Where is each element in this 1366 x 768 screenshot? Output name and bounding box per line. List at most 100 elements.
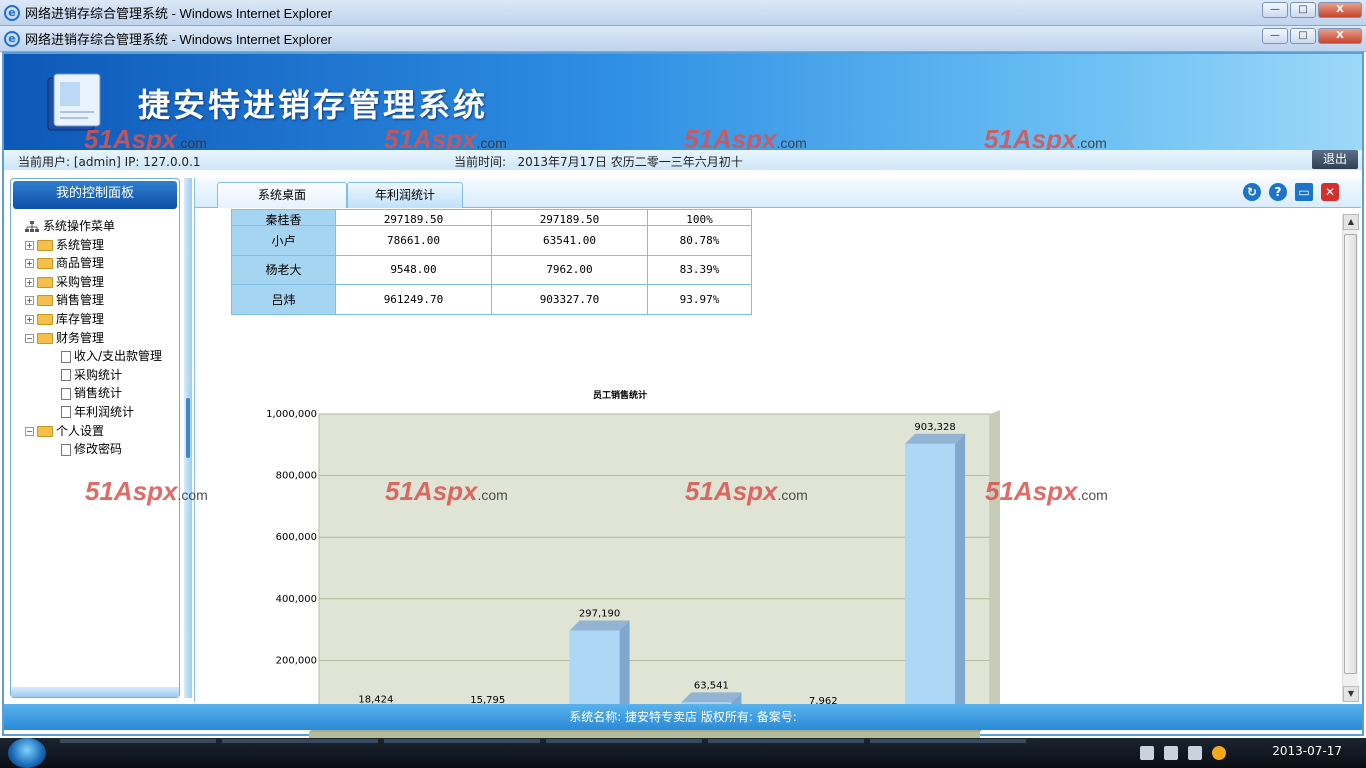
header-banner: 捷安特进销存管理系统 51Aspx.com 51Aspx.com 51Aspx.… — [4, 54, 1362, 154]
minimize-button[interactable]: — — [1262, 28, 1288, 44]
plot-area — [318, 413, 991, 723]
outer-window-titlebar[interactable]: e 网络进销存综合管理系统 - Windows Internet Explore… — [0, 0, 1366, 26]
watermark: 51Aspx.com — [685, 476, 808, 506]
taskbar-button[interactable] — [384, 739, 540, 743]
close-icon[interactable]: ✕ — [1321, 183, 1339, 201]
inner-window-controls: — □ X — [1262, 28, 1362, 44]
cell-name: 小卢 — [231, 225, 336, 256]
table-row: 小卢 78661.00 63541.00 80.78% — [231, 225, 752, 256]
cell-rate: 83.39% — [647, 254, 752, 285]
collapse-icon[interactable]: − — [25, 333, 34, 343]
expand-icon[interactable]: + — [25, 314, 34, 324]
bar-side — [955, 433, 966, 730]
scroll-thumb[interactable] — [1344, 234, 1357, 674]
tray-flag-icon[interactable] — [1140, 746, 1154, 760]
bar-top — [905, 433, 966, 444]
sidebar-item-sales[interactable]: + 销售管理 — [25, 291, 179, 310]
expand-icon[interactable]: + — [25, 277, 34, 287]
scroll-down-icon[interactable]: ▼ — [1343, 686, 1359, 702]
ie-icon: e — [4, 4, 20, 21]
sidebar-item-sales-stats[interactable]: 销售统计 — [25, 384, 179, 403]
sidebar-item-goods[interactable]: + 商品管理 — [25, 254, 179, 273]
document-icon — [61, 387, 71, 400]
sales-bar-chart: 员工销售统计0200,000400,000600,000800,0001,000… — [266, 389, 1000, 752]
taskbar-clock[interactable]: 2013-07-17 — [1272, 744, 1342, 758]
tray-network-icon[interactable] — [1188, 746, 1202, 760]
page-footer: 系统名称: 捷安特专卖店 版权所有: 备案号: — [4, 704, 1362, 730]
taskbar-button[interactable] — [60, 739, 216, 743]
cell-profit: 63541.00 — [491, 225, 648, 256]
bar — [905, 443, 956, 730]
expand-icon[interactable]: + — [25, 240, 34, 250]
table-row: 杨老大 9548.00 7962.00 83.39% — [231, 254, 752, 285]
minimize-button[interactable]: — — [1262, 2, 1288, 18]
sidebar-item-personal[interactable]: − 个人设置 — [25, 422, 179, 441]
y-tick-label: 200,000 — [276, 655, 317, 666]
expand-icon[interactable]: + — [25, 296, 34, 306]
app-frame: 捷安特进销存管理系统 51Aspx.com 51Aspx.com 51Aspx.… — [2, 52, 1364, 752]
cell-sales: 297189.50 — [335, 209, 492, 226]
tab-desktop[interactable]: 系统桌面 — [217, 182, 347, 208]
windows-taskbar: 2013-07-17 — [0, 738, 1366, 768]
maximize-button[interactable]: □ — [1290, 2, 1316, 18]
ie-icon: e — [4, 30, 20, 47]
y-tick-label: 400,000 — [276, 594, 317, 605]
cell-rate: 80.78% — [647, 225, 752, 256]
splitter-handle[interactable] — [186, 398, 190, 458]
inner-window-titlebar[interactable]: e 网络进销存综合管理系统 - Windows Internet Explore… — [0, 26, 1366, 52]
sidebar-item-annual-profit[interactable]: 年利润统计 — [25, 403, 179, 422]
taskbar-button[interactable] — [870, 739, 1026, 743]
maximize-button[interactable]: □ — [1290, 28, 1316, 44]
taskbar-button[interactable] — [708, 739, 864, 743]
sidebar-item-finance[interactable]: − 财务管理 — [25, 329, 179, 348]
current-time: 当前时间: 2013年7月17日 农历二零一三年六月初十 — [454, 155, 743, 169]
sidebar-item-change-password[interactable]: 修改密码 — [25, 440, 179, 459]
table-row: 吕炜 961249.70 903327.70 93.97% — [231, 284, 752, 315]
taskbar-button[interactable] — [546, 739, 702, 743]
document-icon — [61, 406, 71, 419]
bar-value-label: 903,328 — [914, 422, 955, 433]
user-info-bar: 当前用户: [admin] IP: 127.0.0.1 当前时间: 2013年7… — [4, 150, 1362, 170]
cell-name: 秦桂香 — [231, 209, 336, 226]
sidebar-title: 我的控制面板 — [13, 181, 177, 209]
control-panel-sidebar: 我的控制面板 系统操作菜单 + 系统管理 + 商品管理 + 采购管理 + 销售管理 + 库… — [10, 178, 180, 698]
sidebar-item-inventory[interactable]: + 库存管理 — [25, 310, 179, 329]
cell-sales: 78661.00 — [335, 225, 492, 256]
cell-rate: 93.97% — [647, 284, 752, 315]
document-icon — [61, 443, 71, 456]
window-icon[interactable]: ▭ — [1295, 183, 1313, 201]
scroll-up-icon[interactable]: ▲ — [1343, 214, 1359, 230]
expand-icon[interactable]: + — [25, 259, 34, 269]
collapse-icon[interactable]: − — [25, 426, 34, 436]
y-tick-label: 1,000,000 — [266, 409, 317, 420]
sidebar-item-system[interactable]: + 系统管理 — [25, 236, 179, 255]
y-tick-label: 600,000 — [276, 532, 317, 543]
sidebar-item-income-expense[interactable]: 收入/支出款管理 — [25, 347, 179, 366]
sidebar-splitter[interactable] — [184, 178, 192, 698]
close-window-button[interactable]: X — [1318, 28, 1362, 44]
main-content: 系统桌面 年利润统计 ↻ ? ▭ ✕ 秦桂香 297189.50 297189.… — [85, 178, 1362, 752]
open-folder-icon — [37, 332, 53, 344]
cell-name: 杨老大 — [231, 254, 336, 285]
help-icon[interactable]: ? — [1269, 183, 1287, 201]
menu-tree: 系统操作菜单 + 系统管理 + 商品管理 + 采购管理 + 销售管理 + 库存管理 − 财务… — [25, 217, 179, 459]
cell-profit: 903327.70 — [491, 284, 648, 315]
cell-sales: 961249.70 — [335, 284, 492, 315]
logout-button[interactable]: 退出 — [1312, 150, 1358, 169]
tray-expand-icon[interactable] — [1212, 746, 1226, 760]
close-window-button[interactable]: X — [1318, 2, 1362, 18]
refresh-icon[interactable]: ↻ — [1243, 183, 1261, 201]
sidebar-item-purchase-stats[interactable]: 采购统计 — [25, 366, 179, 385]
sidebar-item-purchase[interactable]: + 采购管理 — [25, 273, 179, 292]
taskbar-button[interactable] — [222, 739, 378, 743]
tab-annual-profit[interactable]: 年利润统计 — [347, 182, 463, 208]
open-folder-icon — [37, 425, 53, 437]
tree-root[interactable]: 系统操作菜单 — [25, 217, 179, 236]
sidebar-footer — [11, 687, 179, 697]
vertical-scrollbar[interactable]: ▲ ▼ — [1342, 214, 1359, 702]
tray-volume-icon[interactable] — [1164, 746, 1178, 760]
start-button[interactable] — [8, 738, 46, 768]
bar-value-label: 63,541 — [694, 680, 729, 691]
chart-title: 员工销售统计 — [593, 389, 647, 401]
outer-window-controls: — □ X — [1262, 2, 1362, 18]
